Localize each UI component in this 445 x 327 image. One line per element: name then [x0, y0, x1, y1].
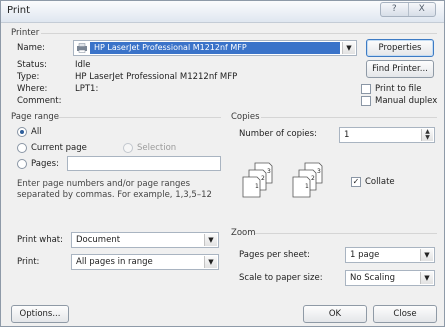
- page-range-hint-1: Enter page numbers and/or page ranges: [17, 179, 191, 189]
- chevron-down-icon[interactable]: ▼: [204, 256, 217, 268]
- print-dialog: Print ? X Printer Name: HP LaserJet Prof…: [0, 0, 445, 327]
- all-pages-label: All: [31, 127, 42, 137]
- title-bar: Print ? X: [1, 1, 444, 23]
- svg-text:2: 2: [261, 175, 265, 182]
- manual-duplex-checkbox[interactable]: [361, 96, 371, 106]
- print-scope-label: Print:: [17, 257, 40, 267]
- ok-button[interactable]: OK: [303, 305, 367, 323]
- print-what-select[interactable]: Document ▼: [71, 232, 219, 248]
- pages-per-sheet-select[interactable]: 1 page ▼: [345, 247, 435, 263]
- close-window-button[interactable]: X: [407, 3, 436, 16]
- page-range-hint-2: separated by commas. For example, 1,3,5–…: [17, 190, 212, 200]
- print-what-value: Document: [76, 235, 121, 245]
- print-scope-value: All pages in range: [76, 257, 153, 267]
- svg-text:2: 2: [311, 175, 315, 182]
- chevron-down-icon[interactable]: ▼: [342, 42, 355, 54]
- zoom-section-label: Zoom: [231, 228, 256, 238]
- pages-per-sheet-label: Pages per sheet:: [239, 250, 311, 260]
- page-range-divider: [57, 117, 221, 118]
- printer-select[interactable]: HP LaserJet Professional M1212nf MFP ▼: [73, 40, 357, 56]
- print-scope-select[interactable]: All pages in range ▼: [71, 254, 219, 270]
- current-page-radio[interactable]: [17, 143, 27, 153]
- collate-checkbox[interactable]: ✓: [351, 177, 361, 187]
- all-pages-radio[interactable]: [17, 127, 27, 137]
- spin-arrows-icon[interactable]: ▲ ▼: [421, 129, 433, 141]
- printer-section-label: Printer: [11, 28, 40, 38]
- collate-label: Collate: [365, 177, 395, 187]
- svg-text:3: 3: [317, 168, 321, 175]
- status-value: Idle: [75, 60, 91, 70]
- print-to-file-checkbox[interactable]: [361, 84, 371, 94]
- number-of-copies-value: 1: [344, 130, 350, 140]
- number-of-copies-label: Number of copies:: [239, 129, 317, 139]
- pages-radio[interactable]: [17, 159, 27, 169]
- selection-label: Selection: [137, 143, 177, 153]
- current-page-label: Current page: [31, 143, 87, 153]
- properties-button[interactable]: Properties: [366, 39, 434, 57]
- where-label: Where:: [17, 84, 48, 94]
- name-label: Name:: [17, 43, 45, 53]
- svg-text:1: 1: [305, 183, 309, 190]
- type-value: HP LaserJet Professional M1212nf MFP: [75, 72, 238, 82]
- copies-section-label: Copies: [231, 112, 260, 122]
- print-to-file-label: Print to file: [375, 84, 422, 94]
- chevron-down-icon[interactable]: ▼: [420, 272, 433, 284]
- number-of-copies-input[interactable]: 1 ▲ ▼: [339, 127, 435, 143]
- zoom-divider: [255, 233, 437, 234]
- page-range-section-label: Page range: [11, 112, 59, 122]
- chevron-down-icon[interactable]: ▼: [420, 249, 433, 261]
- status-label: Status:: [17, 60, 47, 70]
- printer-icon: [77, 43, 87, 53]
- find-printer-button[interactable]: Find Printer...: [366, 60, 434, 78]
- comment-label: Comment:: [17, 96, 62, 106]
- window-title: Print: [7, 5, 31, 16]
- type-label: Type:: [17, 72, 40, 82]
- printer-divider: [41, 33, 437, 34]
- help-button[interactable]: ?: [381, 3, 408, 16]
- manual-duplex-label: Manual duplex: [375, 96, 438, 106]
- print-what-label: Print what:: [17, 235, 63, 245]
- where-value: LPT1:: [75, 84, 99, 94]
- collate-pages-icon: 321 321: [242, 162, 323, 198]
- selection-radio[interactable]: [123, 143, 133, 153]
- scale-to-paper-select[interactable]: No Scaling ▼: [345, 270, 435, 286]
- window-controls: ? X: [380, 2, 436, 17]
- svg-text:1: 1: [255, 183, 259, 190]
- options-button[interactable]: Options...: [11, 305, 69, 323]
- printer-selected-value: HP LaserJet Professional M1212nf MFP: [90, 42, 340, 54]
- scale-to-paper-value: No Scaling: [350, 273, 396, 283]
- chevron-down-icon[interactable]: ▼: [204, 234, 217, 246]
- scale-to-paper-label: Scale to paper size:: [239, 273, 323, 283]
- svg-text:3: 3: [267, 168, 271, 175]
- close-button[interactable]: Close: [373, 305, 437, 323]
- pages-input[interactable]: [67, 156, 221, 171]
- copies-divider: [261, 117, 437, 118]
- pages-label: Pages:: [31, 159, 59, 169]
- pages-per-sheet-value: 1 page: [350, 250, 380, 260]
